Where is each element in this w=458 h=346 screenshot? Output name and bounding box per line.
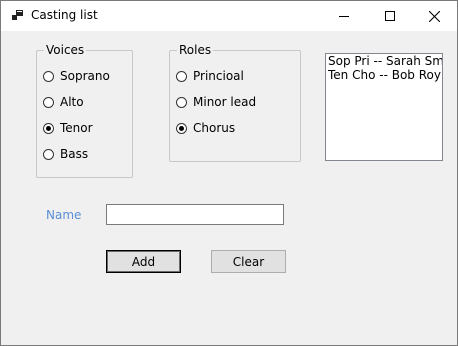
minimize-button[interactable]: [321, 1, 366, 31]
radio-label: Minor lead: [193, 95, 257, 109]
roles-group-title: Roles: [177, 42, 214, 58]
voice-option-alto[interactable]: Alto: [43, 95, 84, 109]
add-button[interactable]: Add: [106, 250, 181, 273]
title-bar: Casting list: [1, 1, 457, 31]
radio-label: Bass: [60, 147, 89, 161]
casting-list-window: Casting list Voices Soprano Alto Tenor B…: [0, 0, 458, 346]
voice-option-bass[interactable]: Bass: [43, 147, 88, 161]
radio-tenor[interactable]: [43, 122, 54, 134]
radio-bass[interactable]: [43, 148, 54, 160]
radio-soprano[interactable]: [43, 70, 54, 82]
voices-groupbox: Voices Soprano Alto Tenor Bass: [36, 42, 133, 178]
radio-chorus[interactable]: [176, 122, 187, 134]
voice-option-soprano[interactable]: Soprano: [43, 69, 110, 83]
role-option-chorus[interactable]: Chorus: [176, 121, 235, 135]
radio-label: Alto: [60, 95, 84, 109]
maximize-icon: [384, 11, 395, 21]
voices-group-title: Voices: [44, 42, 87, 58]
radio-principal[interactable]: [176, 70, 187, 82]
radio-label: Soprano: [60, 69, 110, 83]
close-icon: [429, 10, 440, 22]
voice-option-tenor[interactable]: Tenor: [43, 121, 93, 135]
maximize-button[interactable]: [367, 1, 412, 31]
name-label: Name: [46, 208, 82, 222]
radio-label: Tenor: [60, 121, 93, 135]
role-option-principal[interactable]: Princioal: [176, 69, 244, 83]
radio-label: Chorus: [193, 121, 236, 135]
list-item[interactable]: Sop Pri -- Sarah Smith: [326, 54, 442, 68]
radio-label: Princioal: [193, 69, 244, 83]
client-area: Voices Soprano Alto Tenor Bass Roles Pri…: [1, 31, 457, 345]
role-option-minor-lead[interactable]: Minor lead: [176, 95, 256, 109]
window-title: Casting list: [31, 8, 98, 22]
roles-groupbox: Roles Princioal Minor lead Chorus: [169, 42, 301, 162]
radio-minor-lead[interactable]: [176, 96, 187, 108]
list-item[interactable]: Ten Cho -- Bob Roy: [326, 68, 442, 82]
name-input[interactable]: [106, 204, 284, 225]
minimize-icon: [338, 16, 349, 17]
radio-alto[interactable]: [43, 96, 54, 108]
clear-button[interactable]: Clear: [211, 250, 286, 273]
close-button[interactable]: [412, 1, 457, 31]
app-icon: [12, 10, 23, 20]
cast-listbox[interactable]: Sop Pri -- Sarah Smith Ten Cho -- Bob Ro…: [325, 53, 443, 161]
